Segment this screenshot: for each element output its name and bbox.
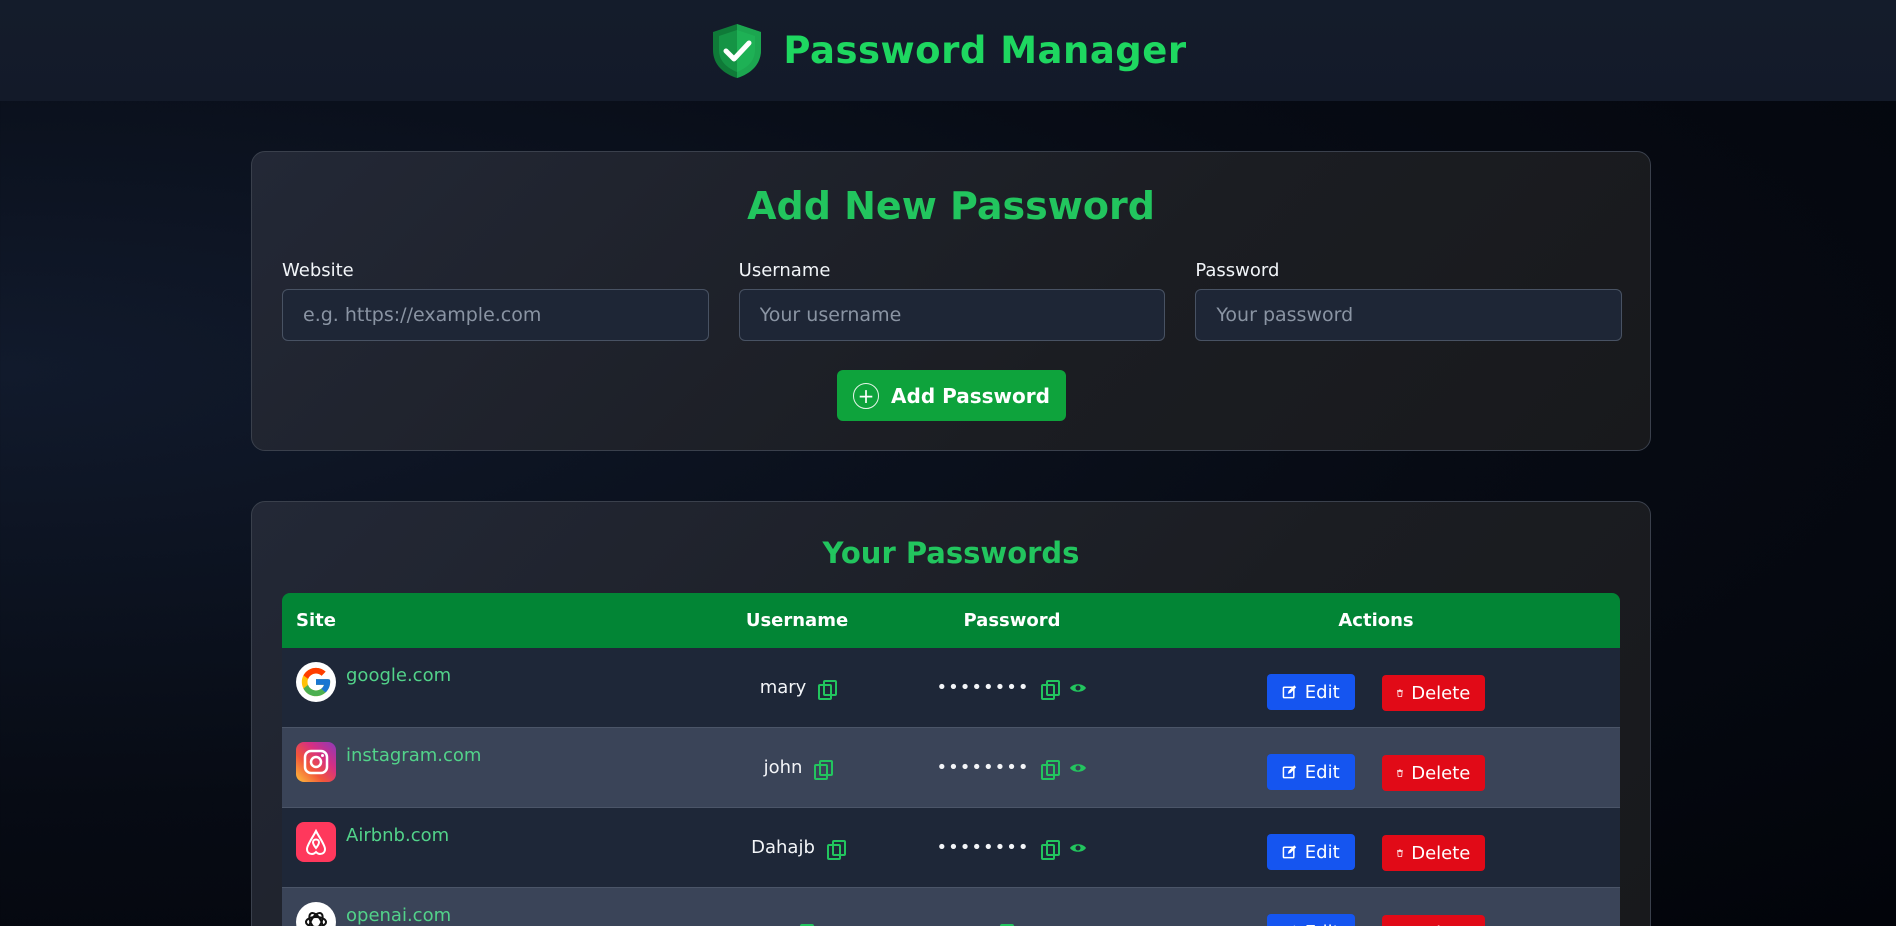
table-row: google.com mary •••••••• Edit Delete [282, 648, 1620, 728]
app-title: Password Manager [783, 29, 1187, 72]
column-header-username: Username [702, 593, 892, 648]
password-cell: •••••••• [892, 808, 1132, 888]
add-password-button-label: Add Password [891, 383, 1050, 408]
eye-icon[interactable] [1069, 682, 1087, 694]
add-password-button[interactable]: + Add Password [837, 370, 1066, 421]
trash-icon [1397, 769, 1404, 777]
copy-password-icon[interactable] [1041, 679, 1061, 700]
delete-button-label: Delete [1411, 842, 1471, 864]
password-cell: •••••••• [892, 728, 1132, 808]
column-header-actions: Actions [1132, 593, 1620, 648]
table-header-row: Site Username Password Actions [282, 593, 1620, 648]
actions-cell: Edit Delete [1132, 728, 1620, 808]
edit-button-label: Edit [1304, 761, 1340, 783]
eye-icon[interactable] [1069, 842, 1087, 854]
site-cell: instagram.com [282, 728, 702, 808]
openai-icon [296, 901, 336, 926]
edit-icon [1282, 765, 1296, 779]
delete-button[interactable]: Delete [1382, 755, 1486, 791]
add-password-card: Add New Password Website Username Passwo… [251, 151, 1651, 451]
username-text: mary [759, 677, 807, 698]
username-cell [702, 888, 892, 926]
table-row: openai.com [282, 888, 1620, 926]
copy-username-icon[interactable] [826, 839, 846, 860]
username-cell: mary [702, 648, 892, 728]
table-row: instagram.com john •••••••• Edit Delete [282, 728, 1620, 808]
edit-button-label: Edit [1305, 922, 1340, 926]
eye-icon[interactable] [1069, 762, 1087, 774]
copy-username-icon[interactable] [818, 679, 838, 700]
username-text: Dahajb [751, 837, 815, 858]
site-cell: openai.com [282, 888, 702, 926]
site-link[interactable]: instagram.com [346, 745, 481, 766]
username-label: Username [738, 260, 831, 281]
username-cell: Dahajb [702, 808, 892, 888]
app-header: Password Manager [0, 0, 1896, 101]
username-cell: john [702, 728, 892, 808]
edit-button[interactable]: Edit [1266, 754, 1355, 790]
passwords-card: Your Passwords Site Username Password Ac… [251, 501, 1651, 926]
column-header-site: Site [282, 593, 702, 648]
table-row: Airbnb.com Dahajb •••••••• Edit Delete [282, 808, 1620, 888]
plus-circle-icon: + [853, 382, 880, 409]
copy-username-icon[interactable] [814, 759, 834, 780]
password-cell [892, 888, 1132, 926]
shield-check-icon [713, 23, 762, 78]
website-label: Website [282, 260, 354, 281]
password-input[interactable] [1195, 289, 1623, 341]
password-mask: •••••••• [936, 757, 1030, 778]
username-field-group: Username [738, 260, 1166, 341]
delete-button[interactable]: Delete [1382, 675, 1486, 711]
copy-password-icon[interactable] [1041, 759, 1061, 780]
trash-icon [1397, 849, 1404, 857]
trash-icon [1397, 689, 1404, 697]
delete-button[interactable]: Delete [1382, 915, 1486, 926]
site-link[interactable]: Airbnb.com [346, 825, 449, 846]
add-password-fields: Website Username Password [282, 260, 1623, 341]
delete-button-label: Delete [1411, 762, 1471, 784]
site-cell: google.com [282, 648, 702, 728]
password-field-group: Password [1195, 260, 1623, 341]
column-header-password: Password [892, 593, 1132, 648]
airbnb-icon [296, 821, 336, 862]
instagram-icon [296, 741, 336, 782]
website-input[interactable] [282, 289, 709, 341]
username-input[interactable] [738, 289, 1166, 341]
password-mask: •••••••• [936, 677, 1030, 698]
edit-button[interactable]: Edit [1266, 674, 1355, 710]
username-text: john [763, 757, 803, 778]
website-field-group: Website [282, 260, 709, 341]
google-icon [296, 661, 336, 702]
edit-button-label: Edit [1304, 841, 1340, 863]
actions-cell: Edit Delete [1132, 888, 1620, 926]
add-password-title: Add New Password [747, 184, 1155, 228]
edit-button-label: Edit [1304, 681, 1340, 703]
password-mask: •••••••• [936, 837, 1030, 858]
site-cell: Airbnb.com [282, 808, 702, 888]
passwords-title: Your Passwords [822, 536, 1080, 570]
site-link[interactable]: google.com [346, 665, 451, 686]
copy-password-icon[interactable] [1041, 839, 1061, 860]
delete-button-label: Delete [1411, 923, 1470, 926]
password-cell: •••••••• [892, 648, 1132, 728]
edit-icon [1282, 685, 1296, 699]
edit-button[interactable]: Edit [1266, 914, 1355, 926]
actions-cell: Edit Delete [1132, 648, 1620, 728]
password-label: Password [1195, 260, 1280, 281]
passwords-table: Site Username Password Actions google.co… [282, 593, 1620, 926]
delete-button-label: Delete [1411, 682, 1471, 704]
edit-icon [1282, 845, 1296, 859]
site-link[interactable]: openai.com [346, 905, 451, 926]
edit-button[interactable]: Edit [1266, 834, 1355, 870]
delete-button[interactable]: Delete [1382, 835, 1486, 871]
actions-cell: Edit Delete [1132, 808, 1620, 888]
